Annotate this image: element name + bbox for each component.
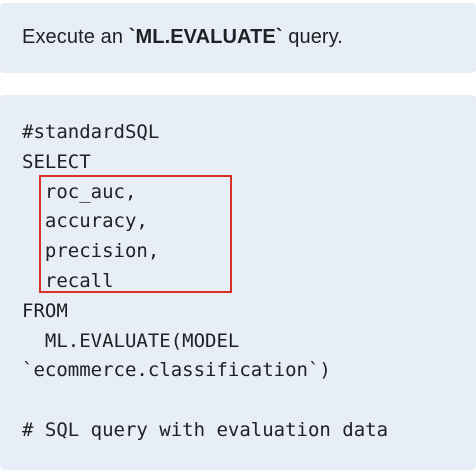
code-line-model-name: `ecommerce.classification`) — [22, 359, 331, 382]
code-line-ml-evaluate: ML.EVALUATE(MODEL — [22, 329, 240, 352]
code-line-comment: # SQL query with evaluation data — [22, 418, 389, 441]
instruction-prefix: Execute an — [22, 26, 129, 48]
metrics-highlight-box — [39, 175, 232, 293]
instruction-banner: Execute an `ML.EVALUATE` query. — [0, 3, 476, 73]
code-line-from: FROM — [22, 299, 68, 322]
instruction-keyword: `ML.EVALUATE` — [128, 26, 283, 48]
instruction-suffix: query. — [282, 26, 343, 48]
page: Execute an `ML.EVALUATE` query. #standar… — [0, 0, 476, 475]
code-line-select: SELECT — [22, 150, 91, 173]
code-line-standardsql: #standardSQL — [22, 121, 160, 143]
